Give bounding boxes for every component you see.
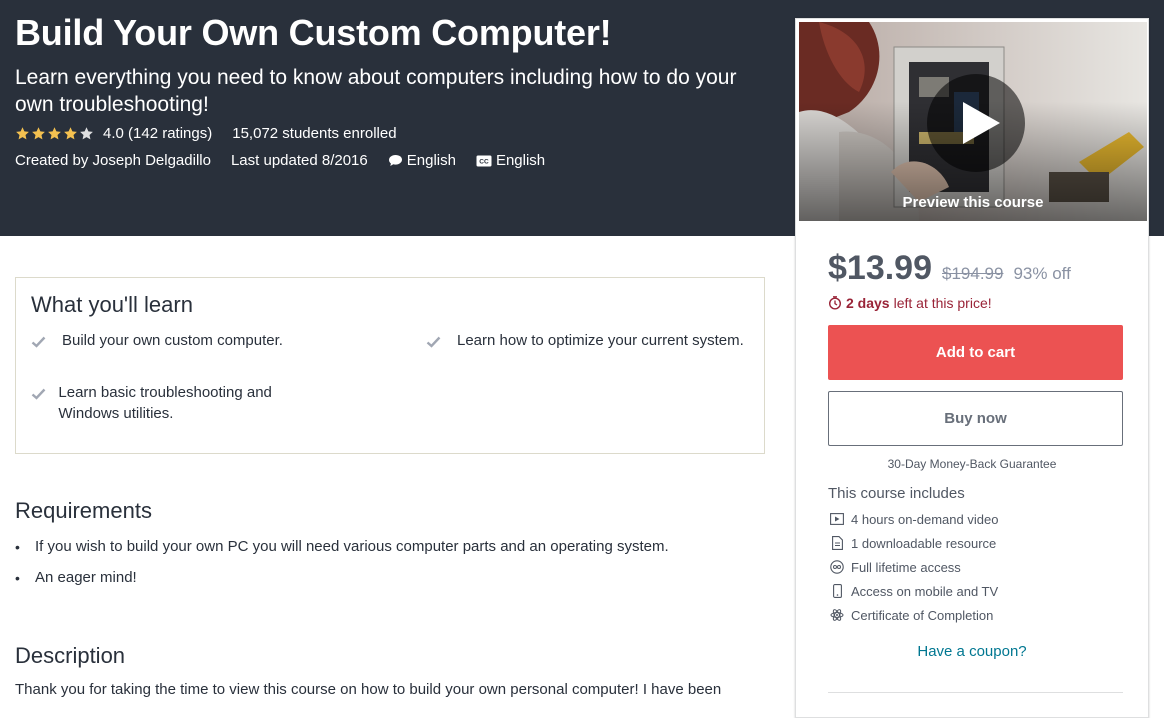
learn-item: Build your own custom computer.	[31, 330, 401, 354]
coupon-link[interactable]: Have a coupon?	[796, 643, 1148, 660]
learn-item: Learn how to optimize your current syste…	[426, 330, 746, 354]
requirements-list: • If you wish to build your own PC you wi…	[15, 535, 669, 597]
play-icon	[963, 102, 1000, 144]
rating-row: 4.0 (142 ratings) 15,072 students enroll…	[15, 125, 397, 142]
course-preview[interactable]: Preview this course	[799, 22, 1147, 221]
students-enrolled: 15,072 students enrolled	[232, 125, 397, 142]
list-item: Access on mobile and TV	[828, 579, 998, 603]
captions: CC English	[476, 152, 545, 169]
learn-item-text: Learn basic troubleshooting and Windows …	[58, 384, 272, 422]
bullet: •	[15, 539, 20, 555]
course-subtitle: Learn everything you need to know about …	[15, 66, 737, 116]
captions-label: English	[495, 152, 546, 169]
include-label: 1 downloadable resource	[851, 535, 997, 551]
list-item: 1 downloadable resource	[828, 531, 998, 555]
star-rating[interactable]	[15, 126, 94, 141]
add-to-cart-button[interactable]: Add to cart	[828, 325, 1123, 380]
preview-label: Preview this course	[902, 194, 1044, 211]
original-price: $194.99	[942, 264, 1004, 283]
includes-title: This course includes	[828, 485, 965, 502]
price-timer: 2 days left at this price!	[828, 295, 992, 311]
learn-title: What you'll learn	[31, 292, 193, 317]
svg-text:CC: CC	[479, 158, 489, 165]
rating-value: 4.0	[103, 125, 124, 142]
language-label: English	[406, 152, 456, 169]
discount-percent: 93% off	[1013, 264, 1071, 283]
include-label: Full lifetime access	[851, 559, 961, 575]
star-icon	[48, 127, 61, 140]
star-icon	[64, 127, 77, 140]
price-row: $13.99 $194.99 93% off	[828, 249, 1071, 288]
speech-bubble-icon	[388, 154, 403, 167]
list-item: Full lifetime access	[828, 555, 998, 579]
requirement-text: If you wish to build your own PC you wil…	[35, 538, 669, 555]
video-icon	[828, 513, 846, 525]
purchase-sidebar: Preview this course $13.99 $194.99 93% o…	[795, 18, 1149, 718]
last-updated: Last updated 8/2016	[230, 152, 368, 169]
alarm-clock-icon	[828, 296, 842, 310]
timer-days: 2 days	[846, 295, 890, 311]
buy-now-button[interactable]: Buy now	[828, 391, 1123, 446]
what-youll-learn: What you'll learn Build your own custom …	[15, 277, 765, 454]
list-item: Certificate of Completion	[828, 603, 998, 627]
requirement-text: An eager mind!	[35, 569, 137, 586]
current-price: $13.99	[828, 249, 932, 287]
bullet: •	[15, 570, 20, 586]
includes-list: 4 hours on-demand video 1 downloadable r…	[828, 507, 998, 627]
timer-text: left at this price!	[893, 295, 992, 311]
include-label: Certificate of Completion	[851, 607, 994, 623]
list-item: • If you wish to build your own PC you wi…	[15, 535, 669, 559]
money-back-guarantee: 30-Day Money-Back Guarantee	[887, 457, 1057, 471]
closed-captions-icon: CC	[476, 155, 492, 167]
created-by[interactable]: Created by Joseph Delgadillo	[15, 152, 211, 169]
learn-item-text: Build your own custom computer.	[62, 332, 283, 349]
play-button[interactable]	[927, 74, 1025, 172]
include-label: 4 hours on-demand video	[851, 511, 999, 527]
check-icon	[426, 330, 446, 354]
check-icon	[31, 382, 47, 424]
infinity-icon	[828, 560, 846, 574]
star-empty-icon	[80, 127, 93, 140]
description-text: Thank you for taking the time to view th…	[15, 681, 722, 698]
course-title: Build Your Own Custom Computer!	[15, 12, 612, 53]
description-title: Description	[15, 643, 126, 668]
divider	[828, 692, 1123, 693]
check-icon	[31, 330, 51, 354]
include-label: Access on mobile and TV	[851, 583, 999, 599]
requirements-title: Requirements	[15, 498, 152, 523]
ratings-count: (142 ratings)	[128, 125, 213, 142]
star-icon	[32, 127, 45, 140]
list-item: 4 hours on-demand video	[828, 507, 998, 531]
certificate-icon	[828, 608, 846, 622]
file-icon	[828, 536, 846, 550]
list-item: • An eager mind!	[15, 566, 669, 590]
course-meta: Created by Joseph Delgadillo Last update…	[15, 152, 565, 169]
learn-item-text: Learn how to optimize your current syste…	[457, 332, 744, 349]
star-icon	[16, 127, 29, 140]
learn-item: Learn basic troubleshooting and Windows …	[31, 382, 331, 424]
mobile-icon	[828, 584, 846, 598]
language: English	[388, 152, 456, 169]
